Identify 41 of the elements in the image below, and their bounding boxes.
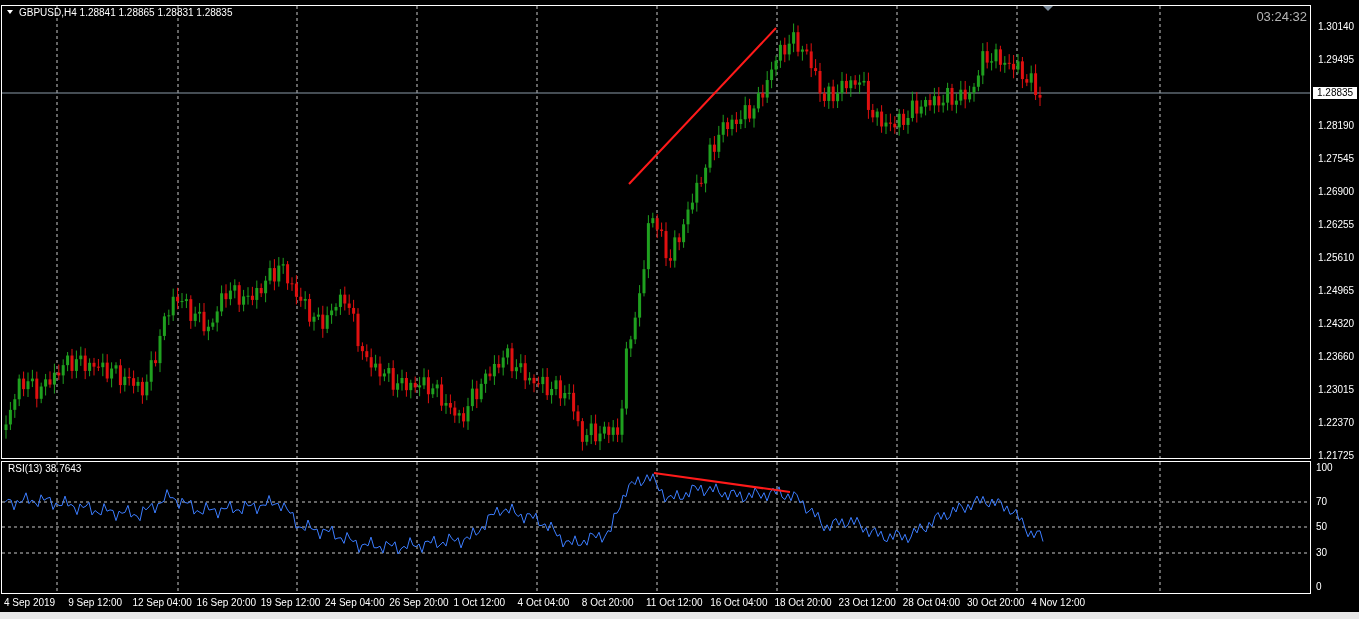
time-axis-label: 16 Oct 04:00 xyxy=(710,597,768,609)
time-axis-label: 23 Oct 12:00 xyxy=(838,597,896,609)
time-axis-label: 11 Oct 12:00 xyxy=(646,597,703,609)
time-axis-label: 1 Oct 12:00 xyxy=(453,597,506,609)
price-axis-label: 1.23015 xyxy=(1318,384,1355,396)
price-axis-label: 1.28190 xyxy=(1318,120,1355,132)
indicator-axis-label: 30 xyxy=(1316,547,1328,559)
time-axis-label: 24 Sep 04:00 xyxy=(325,597,385,609)
triangle-icon xyxy=(1043,6,1053,11)
time-axis-label: 4 Nov 12:00 xyxy=(1031,597,1086,609)
price-axis-label: 1.26900 xyxy=(1318,186,1355,198)
indicator-label: RSI(13) 38.7643 xyxy=(8,463,82,475)
price-axis-label: 1.23660 xyxy=(1318,351,1355,363)
dropdown-icon[interactable] xyxy=(7,10,13,14)
indicator-axis-label: 0 xyxy=(1316,581,1322,593)
time-axis-label: 19 Sep 12:00 xyxy=(260,597,321,609)
time-axis-label: 26 Sep 20:00 xyxy=(389,597,449,609)
time-axis-label: 4 Oct 04:00 xyxy=(517,597,570,609)
indicator-axis-label: 70 xyxy=(1316,496,1328,508)
time-axis-label: 16 Sep 20:00 xyxy=(196,597,257,609)
clock-text: 03:24:32 xyxy=(1256,9,1307,24)
time-axis-label: 9 Sep 12:00 xyxy=(68,597,123,609)
price-axis-label: 1.21725 xyxy=(1318,450,1355,462)
time-axis-label: 4 Sep 2019 xyxy=(4,597,56,609)
time-axis-label: 12 Sep 04:00 xyxy=(132,597,192,609)
price-axis-label: 1.26255 xyxy=(1318,219,1355,231)
price-axis-label: 1.24320 xyxy=(1318,318,1355,330)
time-axis-label: 30 Oct 20:00 xyxy=(967,597,1025,609)
time-axis-label: 28 Oct 04:00 xyxy=(902,597,961,609)
price-axis-label: 1.27545 xyxy=(1318,153,1355,165)
price-axis-label: 1.25610 xyxy=(1318,252,1355,264)
price-axis-label: 1.22370 xyxy=(1318,417,1355,429)
time-axis-label: 8 Oct 20:00 xyxy=(581,597,634,609)
indicator-axis-label: 50 xyxy=(1316,521,1328,533)
price-axis-label: 1.24965 xyxy=(1318,285,1355,297)
price-axis-label: 1.29495 xyxy=(1318,54,1355,66)
time-axis-label: 18 Oct 20:00 xyxy=(774,597,832,609)
chart-header: GBPUSD,H4 1.28841 1.28865 1.28831 1.28835 xyxy=(19,7,233,19)
current-price-label: 1.28835 xyxy=(1313,87,1358,99)
indicator-axis-label: 100 xyxy=(1316,462,1333,474)
price-axis-label: 1.30140 xyxy=(1318,21,1355,33)
